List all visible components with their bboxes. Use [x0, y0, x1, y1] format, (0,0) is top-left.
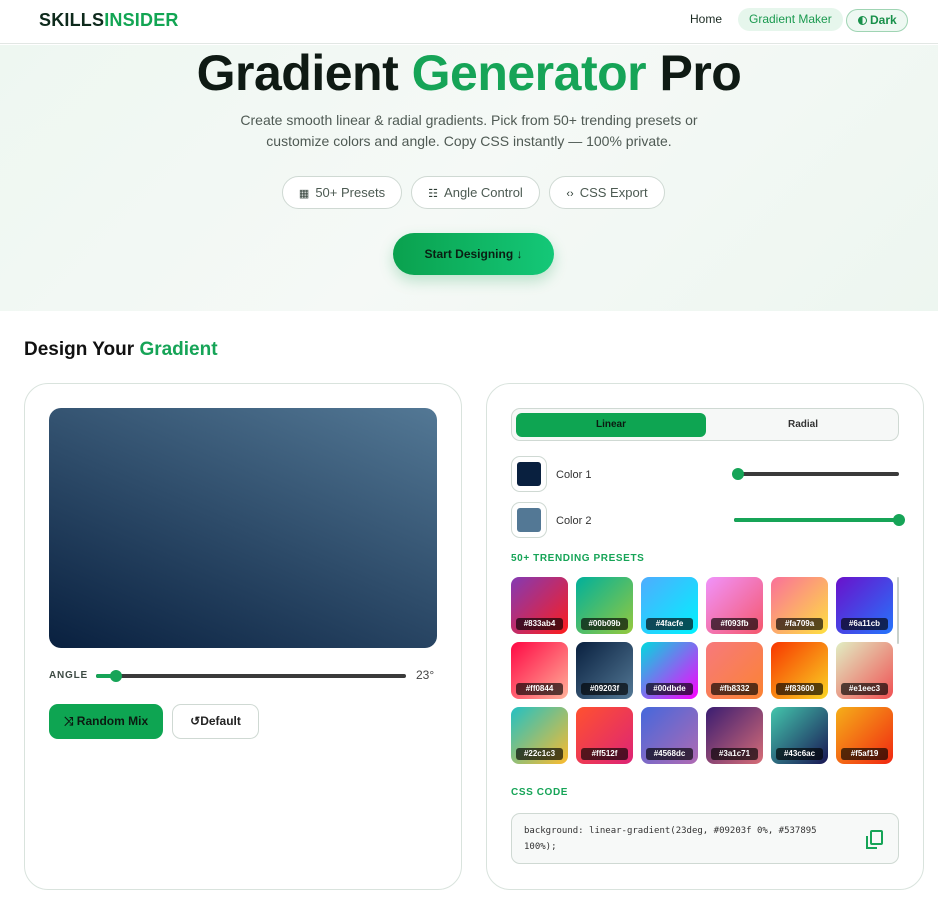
preset-hex-label: #00b09b [581, 618, 628, 630]
color1-slider-thumb[interactable] [732, 468, 744, 480]
logo[interactable]: SKILLSINSIDER [39, 10, 179, 31]
hero-subtitle: Create smooth linear & radial gradients.… [240, 112, 698, 149]
color2-slider-thumb[interactable] [893, 514, 905, 526]
nav-gradient-maker-link[interactable]: Gradient Maker [738, 8, 843, 31]
site-header: SKILLSINSIDER Home Gradient Maker Dark [0, 0, 938, 44]
grid-icon: ▦ [298, 188, 310, 200]
chip-angle-control: ☷ Angle Control [411, 176, 540, 209]
preset-hex-label: #f093fb [711, 618, 758, 630]
preset-tile[interactable]: #43c6ac [771, 707, 828, 764]
preset-hex-label: #f83600 [776, 683, 823, 695]
color2-slider-track[interactable] [734, 518, 899, 522]
preset-tile[interactable]: #6a11cb [836, 577, 893, 634]
color2-slider-fill [734, 518, 899, 522]
preset-hex-label: #43c6ac [776, 748, 823, 760]
copy-icon[interactable] [866, 830, 883, 849]
chip-presets-label: 50+ Presets [315, 185, 386, 200]
angle-label: ANGLE [49, 670, 88, 681]
start-designing-button[interactable]: Start Designing ↓ [393, 233, 554, 275]
angle-value: 23° [416, 668, 435, 682]
preset-hex-label: #fb8332 [711, 683, 758, 695]
preset-hex-label: #4568dc [646, 748, 693, 760]
tab-radial[interactable]: Radial [710, 413, 896, 437]
tab-linear[interactable]: Linear [516, 413, 706, 437]
preset-hex-label: #4facfe [646, 618, 693, 630]
chip-css-label: CSS Export [579, 185, 648, 200]
preset-tile[interactable]: #ff512f [576, 707, 633, 764]
preset-tile[interactable]: #ff0844 [511, 642, 568, 699]
preset-hex-label: #ff512f [581, 748, 628, 760]
preset-hex-label: #833ab4 [516, 618, 563, 630]
section-title-part-2: Gradient [139, 339, 218, 360]
preset-tile[interactable]: #f83600 [771, 642, 828, 699]
logo-part-skills: SKILLS [39, 10, 105, 30]
dark-mode-label: Dark [870, 13, 897, 27]
preset-tile[interactable]: #833ab4 [511, 577, 568, 634]
random-mix-button[interactable]: ⤨ Random Mix [49, 704, 163, 739]
gradient-type-toggle: Linear Radial [511, 408, 899, 441]
preset-hex-label: #00dbde [646, 683, 693, 695]
preset-tile[interactable]: #f093fb [706, 577, 763, 634]
section-title-part-1: Design Your [24, 339, 140, 360]
preset-tile[interactable]: #00b09b [576, 577, 633, 634]
presets-grid: #833ab4 #00b09b #4facfe #f093fb #fa709a #6a11… [511, 577, 899, 773]
title-part-3: Pro [646, 45, 742, 101]
preset-tile[interactable]: #3a1c71 [706, 707, 763, 764]
preset-hex-label: #09203f [581, 683, 628, 695]
reset-icon: ↺ [190, 714, 201, 728]
preset-tile[interactable]: #09203f [576, 642, 633, 699]
gradient-preview [49, 408, 437, 648]
preset-tile[interactable]: #f5af19 [836, 707, 893, 764]
random-mix-label: Random Mix [76, 714, 149, 728]
preset-tile[interactable]: #22c1c3 [511, 707, 568, 764]
css-code-box[interactable]: background: linear-gradient(23deg, #0920… [511, 813, 899, 864]
preset-hex-label: #22c1c3 [516, 748, 563, 760]
presets-title: 50+ TRENDING PRESETS [511, 553, 645, 564]
preset-tile[interactable]: #fb8332 [706, 642, 763, 699]
sliders-icon: ☷ [428, 188, 439, 200]
chip-css-export: ‹› CSS Export [549, 176, 665, 209]
color1-swatch [517, 462, 541, 486]
default-label: Default [200, 714, 241, 728]
title-part-2: Generator [411, 45, 647, 101]
color1-picker[interactable] [511, 456, 547, 492]
contrast-icon [858, 16, 867, 25]
color2-picker[interactable] [511, 502, 547, 538]
preset-hex-label: #e1eec3 [841, 683, 888, 695]
preset-tile[interactable]: #4facfe [641, 577, 698, 634]
preset-tile[interactable]: #e1eec3 [836, 642, 893, 699]
preset-hex-label: #f5af19 [841, 748, 888, 760]
title-part-1: Gradient [196, 45, 412, 101]
nav-home-link[interactable]: Home [690, 12, 722, 26]
preset-hex-label: #6a11cb [841, 618, 888, 630]
color1-slider-track[interactable] [738, 472, 899, 476]
angle-slider-thumb[interactable] [109, 670, 122, 682]
preset-hex-label: #3a1c71 [711, 748, 758, 760]
code-icon: ‹› [566, 188, 574, 200]
chip-presets: ▦ 50+ Presets [282, 176, 402, 209]
color1-label: Color 1 [556, 469, 592, 481]
page-title: Gradient Generator Pro [0, 45, 938, 101]
preset-tile[interactable]: #00dbde [641, 642, 698, 699]
default-button[interactable]: ↺Default [172, 704, 259, 739]
preset-hex-label: #fa709a [776, 618, 823, 630]
hero-section: Gradient Generator Pro Create smooth lin… [0, 45, 938, 311]
shuffle-icon: ⤨ [63, 714, 74, 728]
preview-card: ANGLE 23° ⤨ Random Mix ↺Default [24, 383, 462, 890]
preset-tile[interactable]: #4568dc [641, 707, 698, 764]
css-code-text: background: linear-gradient(23deg, #0920… [524, 826, 817, 852]
color2-swatch [517, 508, 541, 532]
controls-card: Linear Radial Color 1 Color 2 50+ TRENDI… [486, 383, 924, 890]
color2-label: Color 2 [556, 515, 592, 527]
chip-angle-label: Angle Control [444, 185, 523, 200]
css-code-title: CSS CODE [511, 787, 569, 798]
dark-mode-toggle[interactable]: Dark [846, 9, 908, 32]
section-title: Design Your Gradient [24, 339, 218, 361]
presets-scrollbar[interactable] [897, 577, 899, 644]
preset-tile[interactable]: #fa709a [771, 577, 828, 634]
preset-hex-label: #ff0844 [516, 683, 563, 695]
angle-slider-track[interactable] [96, 674, 406, 678]
logo-part-insider: INSIDER [104, 10, 179, 30]
